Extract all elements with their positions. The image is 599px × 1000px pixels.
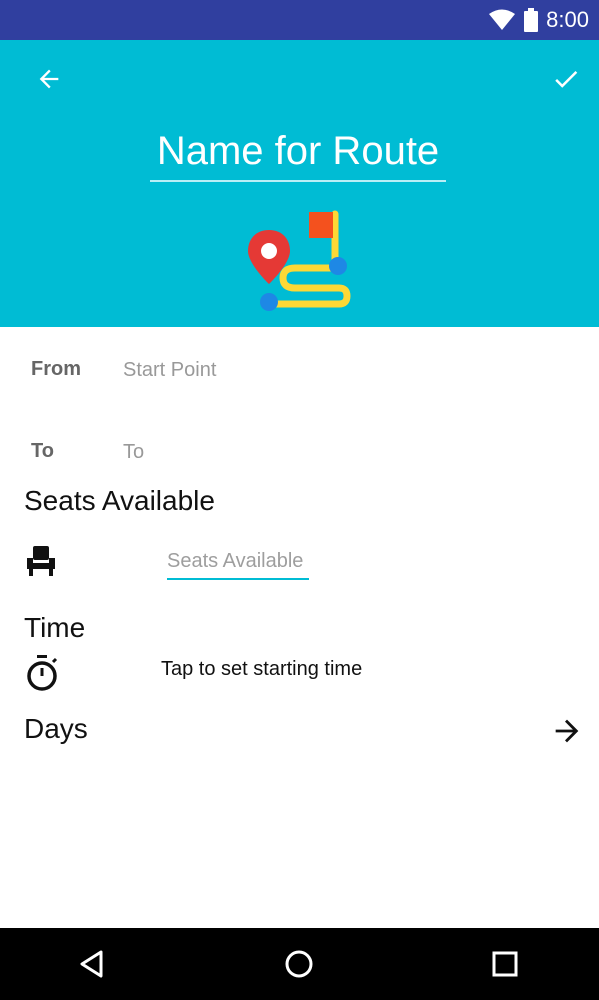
nav-recents-icon: [492, 951, 518, 977]
to-label: To: [31, 440, 54, 462]
arrow-back-icon: [39, 69, 59, 89]
nav-home-button[interactable]: [281, 946, 317, 982]
days-title: Days: [24, 713, 88, 744]
header: [0, 40, 599, 327]
seats-title: Seats Available: [24, 485, 215, 516]
arrow-forward-icon[interactable]: [550, 714, 584, 748]
nav-home-icon: [285, 950, 313, 978]
wifi-icon: [489, 9, 516, 30]
battery-icon: [524, 8, 539, 32]
back-button[interactable]: [30, 60, 68, 98]
nav-back-button[interactable]: [74, 946, 110, 982]
from-label: From: [31, 358, 81, 380]
route-map-icon: [248, 210, 351, 311]
confirm-button[interactable]: [547, 60, 585, 98]
from-input[interactable]: [123, 356, 423, 384]
seats-input[interactable]: [167, 544, 309, 580]
timer-icon: [27, 655, 58, 691]
set-start-time-button[interactable]: Tap to set starting time: [161, 658, 362, 681]
seat-icon: [27, 546, 55, 576]
nav-back-icon: [80, 950, 103, 978]
status-icons: 8:00: [488, 0, 589, 40]
navigation-bar: [0, 928, 599, 1000]
route-name-input[interactable]: [150, 122, 446, 182]
nav-recents-button[interactable]: [487, 946, 523, 982]
status-time: 8:00: [546, 7, 589, 32]
to-input[interactable]: [123, 438, 423, 466]
check-icon: [555, 70, 578, 88]
time-title: Time: [24, 612, 86, 643]
status-bar: 8:00: [0, 0, 599, 40]
